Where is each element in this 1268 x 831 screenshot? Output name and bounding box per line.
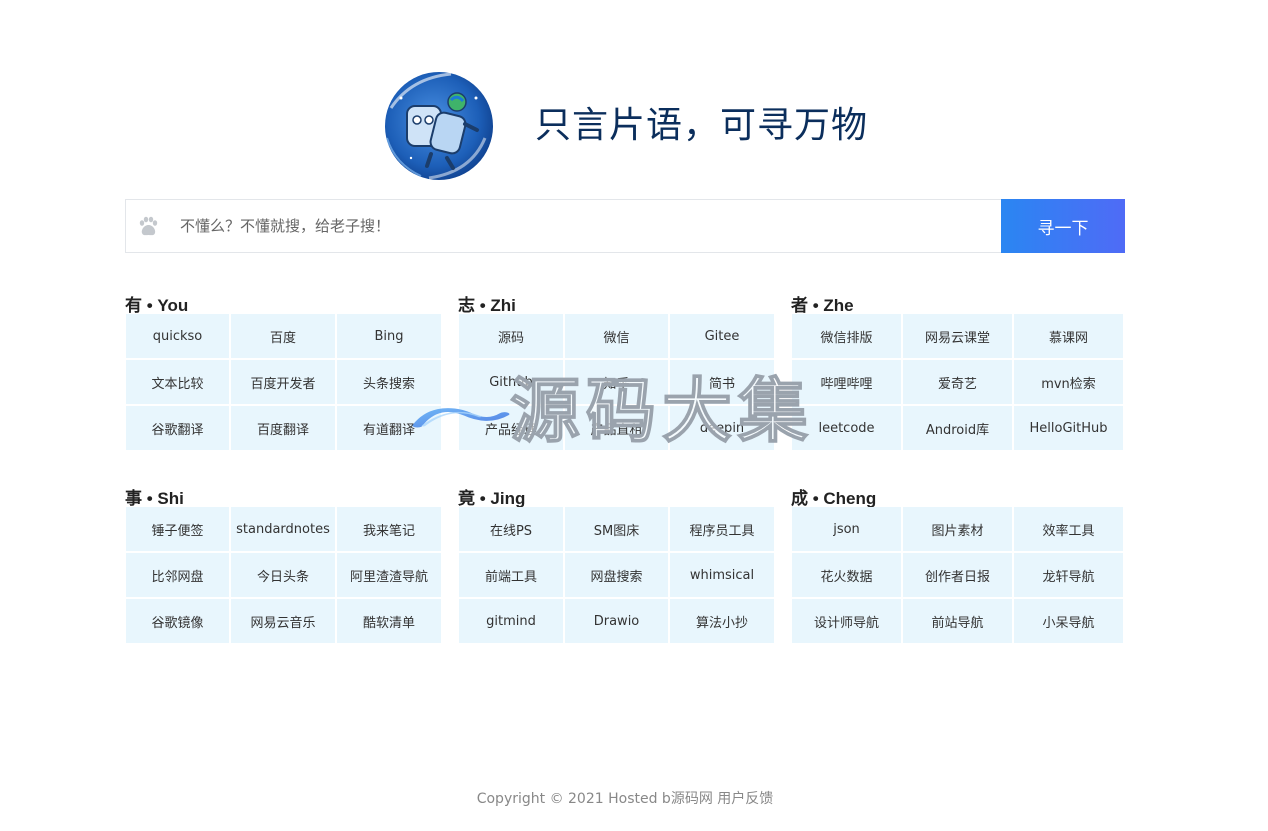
link-item[interactable]: 效率工具	[1014, 507, 1123, 551]
link-grid: 源码 微信 Gitee Github 知乎 简书 产品经理 产品直租 deepi…	[459, 314, 774, 450]
link-item[interactable]: 网易云课堂	[903, 314, 1012, 358]
link-item[interactable]: 哔哩哔哩	[792, 360, 901, 404]
link-item[interactable]: 锤子便签	[126, 507, 229, 551]
link-item[interactable]: 微信	[565, 314, 668, 358]
link-item[interactable]: 程序员工具	[670, 507, 774, 551]
link-item[interactable]: 设计师导航	[792, 599, 901, 643]
group-title: 事 • Shi	[125, 489, 184, 508]
link-item[interactable]: 知乎	[565, 360, 668, 404]
link-item[interactable]: 网盘搜索	[565, 553, 668, 597]
link-item[interactable]: Github	[459, 360, 563, 404]
link-item[interactable]: 在线PS	[459, 507, 563, 551]
astronaut-logo-icon	[385, 72, 493, 180]
link-item[interactable]: 酷软清单	[337, 599, 441, 643]
link-item[interactable]: 产品经理	[459, 406, 563, 450]
link-item[interactable]: Bing	[337, 314, 441, 358]
link-item[interactable]: 网易云音乐	[231, 599, 335, 643]
link-item[interactable]: 创作者日报	[903, 553, 1012, 597]
link-item[interactable]: 有道翻译	[337, 406, 441, 450]
link-item[interactable]: 谷歌翻译	[126, 406, 229, 450]
link-item[interactable]: leetcode	[792, 406, 901, 450]
link-item[interactable]: Android库	[903, 406, 1012, 450]
link-grid: 微信排版 网易云课堂 慕课网 哔哩哔哩 爱奇艺 mvn检索 leetcode A…	[792, 314, 1123, 450]
link-item[interactable]: json	[792, 507, 901, 551]
link-item[interactable]: 产品直租	[565, 406, 668, 450]
link-item[interactable]: SM图床	[565, 507, 668, 551]
link-item[interactable]: 今日头条	[231, 553, 335, 597]
link-item[interactable]: 简书	[670, 360, 774, 404]
link-item[interactable]: gitmind	[459, 599, 563, 643]
link-item[interactable]: 前站导航	[903, 599, 1012, 643]
link-item[interactable]: 我来笔记	[337, 507, 441, 551]
link-item[interactable]: 阿里渣渣导航	[337, 553, 441, 597]
page-slogan: 只言片语，可寻万物	[535, 105, 869, 146]
link-item[interactable]: 百度开发者	[231, 360, 335, 404]
link-item[interactable]: quickso	[126, 314, 229, 358]
link-item[interactable]: 源码	[459, 314, 563, 358]
link-grid: 在线PS SM图床 程序员工具 前端工具 网盘搜索 whimsical gitm…	[459, 507, 774, 643]
link-item[interactable]: 微信排版	[792, 314, 901, 358]
group-title: 者 • Zhe	[791, 296, 854, 315]
link-item[interactable]: 文本比较	[126, 360, 229, 404]
link-grid: quickso 百度 Bing 文本比较 百度开发者 头条搜索 谷歌翻译 百度翻…	[126, 314, 441, 450]
page-root: 只言片语，可寻万物 寻一下 有 • You quickso 百度 Bing 文本…	[0, 0, 1268, 831]
link-item[interactable]: 前端工具	[459, 553, 563, 597]
link-item[interactable]: 慕课网	[1014, 314, 1123, 358]
footer-copyright[interactable]: Copyright © 2021 Hosted b源码网 用户反馈	[0, 788, 1250, 808]
baidu-paw-icon	[139, 216, 158, 236]
link-item[interactable]: Gitee	[670, 314, 774, 358]
group-title: 有 • You	[125, 296, 189, 315]
link-item[interactable]: 算法小抄	[670, 599, 774, 643]
link-item[interactable]: 小呆导航	[1014, 599, 1123, 643]
search-input[interactable]	[172, 200, 992, 252]
search-bar: 寻一下	[125, 199, 1125, 253]
link-item[interactable]: 图片素材	[903, 507, 1012, 551]
group-title: 竟 • Jing	[458, 489, 526, 508]
link-item[interactable]: 比邻网盘	[126, 553, 229, 597]
link-item[interactable]: HelloGitHub	[1014, 406, 1123, 450]
link-item[interactable]: standardnotes	[231, 507, 335, 551]
link-item[interactable]: 百度翻译	[231, 406, 335, 450]
group-title: 成 • Cheng	[791, 489, 877, 508]
link-item[interactable]: 谷歌镜像	[126, 599, 229, 643]
link-item[interactable]: 龙轩导航	[1014, 553, 1123, 597]
link-item[interactable]: 花火数据	[792, 553, 901, 597]
link-item[interactable]: whimsical	[670, 553, 774, 597]
link-item[interactable]: 头条搜索	[337, 360, 441, 404]
link-item[interactable]: 百度	[231, 314, 335, 358]
link-grid: 锤子便签 standardnotes 我来笔记 比邻网盘 今日头条 阿里渣渣导航…	[126, 507, 441, 643]
group-title: 志 • Zhi	[458, 296, 516, 315]
link-item[interactable]: deepin	[670, 406, 774, 450]
link-grid: json 图片素材 效率工具 花火数据 创作者日报 龙轩导航 设计师导航 前站导…	[792, 507, 1123, 643]
link-item[interactable]: Drawio	[565, 599, 668, 643]
link-item[interactable]: mvn检索	[1014, 360, 1123, 404]
search-button[interactable]: 寻一下	[1001, 199, 1125, 253]
link-item[interactable]: 爱奇艺	[903, 360, 1012, 404]
